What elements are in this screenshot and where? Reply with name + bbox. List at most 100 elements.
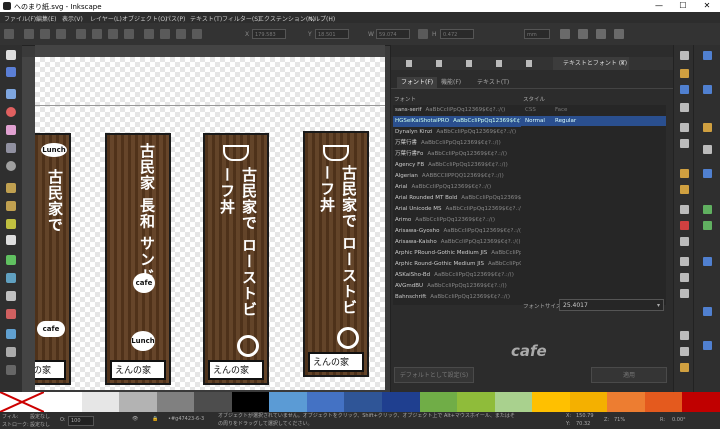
palette-swatch[interactable] [457, 392, 496, 412]
select-all-icon[interactable] [24, 29, 34, 39]
scale-corners-icon[interactable] [578, 29, 588, 39]
palette-swatch[interactable] [119, 392, 158, 412]
palette-swatch[interactable] [419, 392, 458, 412]
undo-icon[interactable] [680, 169, 689, 178]
apply-button[interactable]: 適用 [591, 367, 667, 383]
font-row[interactable]: Dynalyn Kinzi AaBbCcIiPpQq12369$€¢?.:/() [393, 127, 521, 138]
menu-help[interactable]: ヘルプ(H) [308, 14, 335, 23]
y-field[interactable]: 18.501 [315, 29, 349, 39]
font-size-field[interactable]: 25.4017 ▾ [559, 299, 664, 311]
scale-stroke-icon[interactable] [560, 29, 570, 39]
visibility-icon[interactable]: 👁 [132, 416, 138, 422]
zoom-drawing-icon[interactable] [680, 273, 689, 282]
lock-icon[interactable]: 🔒 [152, 416, 158, 422]
snap-paths-icon[interactable] [703, 205, 712, 214]
rectangle-tool-icon[interactable] [6, 89, 16, 99]
menu-view[interactable]: 表示(V) [62, 14, 83, 23]
no-paint-swatch[interactable] [0, 391, 45, 413]
calligraphy-tool-icon[interactable] [6, 219, 16, 229]
spiral-tool-icon[interactable] [6, 161, 16, 171]
raise-icon[interactable] [160, 29, 170, 39]
style-row-normal[interactable]: Normal Regular [521, 116, 666, 126]
palette-swatch[interactable] [382, 392, 420, 412]
duplicate-icon[interactable] [680, 331, 689, 340]
text-tool-icon[interactable] [6, 235, 16, 245]
3d-box-tool-icon[interactable] [6, 143, 16, 153]
new-icon[interactable] [680, 51, 689, 60]
transform-tab-icon[interactable] [523, 58, 535, 69]
print-icon[interactable] [680, 103, 689, 112]
move-patterns-icon[interactable] [614, 29, 624, 39]
rotate-cw-icon[interactable] [92, 29, 102, 39]
sign-board-2[interactable]: 古民家 長和 サンド cafe Lunch えんの家 [105, 133, 171, 385]
palette-swatch[interactable] [231, 392, 270, 412]
snap-toggle-icon[interactable] [703, 51, 712, 60]
eraser-tool-icon[interactable] [6, 273, 16, 283]
deselect-icon[interactable] [56, 29, 66, 39]
drawing-canvas[interactable]: Lunch 古民家で cafe えんの家 古民家 長和 サンド cafe Lun… [35, 57, 385, 390]
close-button[interactable]: ✕ [696, 0, 718, 12]
palette-swatch[interactable] [306, 392, 345, 412]
star-tool-icon[interactable] [6, 125, 16, 135]
palette-swatch[interactable] [81, 392, 120, 412]
palette-swatch[interactable] [194, 392, 233, 412]
fill-stroke-tab-icon[interactable] [403, 58, 415, 69]
subtab-font[interactable]: フォント(F) [397, 77, 438, 88]
current-layer[interactable]: •#g47423-6-3 [168, 416, 204, 422]
font-row[interactable]: AVGmdBU AaBbCcIiPpQq12369$€¢?.:/() [393, 281, 521, 292]
font-row[interactable]: Agency FB AaBbCcIiPpQq12369$€¢?.:/() [393, 160, 521, 171]
menu-extensions[interactable]: エクステンション(N) [258, 14, 315, 23]
snap-bbox-icon[interactable] [703, 85, 712, 94]
zoom-page-icon[interactable] [680, 289, 689, 298]
pen-tool-icon[interactable] [6, 201, 16, 211]
tweak-tool-icon[interactable] [6, 347, 16, 357]
rotation-value[interactable]: 0.00° [672, 417, 686, 423]
align-tab-icon[interactable] [493, 58, 505, 69]
palette-swatch[interactable] [682, 392, 720, 412]
palette-swatch[interactable] [44, 392, 82, 412]
paint-bucket-tool-icon[interactable] [6, 329, 16, 339]
palette-swatch[interactable] [344, 392, 383, 412]
sign-board-4[interactable]: 古民家で ローストビーフ丼 えんの家 [303, 131, 369, 377]
lock-ratio-icon[interactable] [418, 29, 428, 39]
lower-icon[interactable] [176, 29, 186, 39]
minimize-button[interactable]: — [648, 0, 670, 12]
new-document-icon[interactable] [4, 29, 14, 39]
font-row[interactable]: Arial Rounded MT BoldAaBbCcIiPpQq12369$€… [393, 193, 521, 204]
snap-intersections-icon[interactable] [703, 221, 712, 230]
layers-tab-icon[interactable] [433, 58, 445, 69]
font-row[interactable]: Arimo AaBbCcIiPpQq12369$€¢?.:/() [393, 215, 521, 226]
font-row[interactable]: ASKaiSho-Bd AaBbCcIiPpQq12369$€¢?.:/() [393, 270, 521, 281]
gradient-tool-icon[interactable] [6, 291, 16, 301]
palette-swatch[interactable] [532, 392, 571, 412]
tab-close-icon[interactable]: ✕ [620, 57, 625, 70]
zoom-selection-icon[interactable] [680, 257, 689, 266]
snap-edges-icon[interactable] [703, 123, 712, 132]
maximize-button[interactable]: ☐ [672, 0, 694, 12]
menu-text[interactable]: テキスト(T) [190, 14, 222, 23]
selector-tool-icon[interactable] [6, 50, 16, 60]
open-icon[interactable] [680, 69, 689, 78]
redo-icon[interactable] [680, 185, 689, 194]
opacity-field[interactable]: 100 [68, 416, 94, 426]
palette-swatch[interactable] [569, 392, 608, 412]
snap-page-icon[interactable] [703, 341, 712, 350]
objects-tab-icon[interactable] [463, 58, 475, 69]
w-field[interactable]: 59.074 [376, 29, 410, 39]
menu-layer[interactable]: レイヤー(L) [90, 14, 122, 23]
export-icon[interactable] [680, 139, 689, 148]
node-tool-icon[interactable] [6, 67, 16, 77]
font-row[interactable]: Arisawa-Kaisho AaBbCcIiPpQq12369$€¢?.:/() [393, 237, 521, 248]
font-row[interactable]: Arphic PRound-Gothic Medium JIS AaBbCcIiP… [393, 248, 521, 259]
font-family-list[interactable]: sans-serif AaBbCcIiPpQq12369$€¢?.:/() HGSe… [393, 105, 521, 305]
tab-text-and-font[interactable]: テキストとフォント (T) ✕ [553, 57, 629, 70]
move-gradients-icon[interactable] [596, 29, 606, 39]
font-row[interactable]: Arial AaBbCcIiPpQq12369$€¢?.:/() [393, 182, 521, 193]
font-row[interactable]: 万葉行書 AaBbCcIiPpQq12369$€¢?.:/() [393, 138, 521, 149]
font-row[interactable]: Arisawa-Gyosho AaBbCcIiPpQq12369$€¢?.:/() [393, 226, 521, 237]
copy-icon[interactable] [680, 205, 689, 214]
save-icon[interactable] [680, 85, 689, 94]
menu-object[interactable]: オブジェクト(O) [122, 14, 167, 23]
font-row[interactable]: Algerian AABBCCIIPPQQ12369$€¢?.:/() [393, 171, 521, 182]
sign-board-3[interactable]: 古民家で ローストビーフ丼 えんの家 [203, 133, 269, 385]
